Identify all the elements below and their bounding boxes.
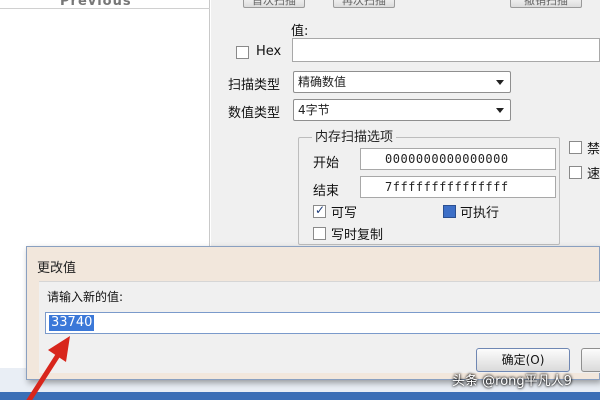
next-scan-button[interactable]: 再次扫描 bbox=[333, 0, 395, 8]
scan-type-label: 扫描类型 bbox=[228, 78, 281, 93]
results-panel[interactable]: Previous bbox=[0, 0, 210, 250]
scan-value-input[interactable] bbox=[292, 38, 600, 62]
executable-label: 可执行 bbox=[460, 206, 500, 221]
new-value-text: 33740 bbox=[49, 315, 95, 331]
scan-type-select[interactable]: 精确数值 bbox=[293, 71, 511, 93]
memory-scan-options-title: 内存扫描选项 bbox=[312, 126, 397, 145]
side-option-label-1: 禁 bbox=[587, 142, 600, 157]
header-divider bbox=[0, 8, 210, 9]
chevron-down-icon bbox=[496, 108, 504, 113]
arrow-shaft bbox=[26, 349, 63, 400]
value-type-value: 4字节 bbox=[298, 103, 330, 117]
writable-checkbox[interactable] bbox=[313, 203, 326, 218]
red-arrow-annotation bbox=[26, 336, 70, 400]
executable-checkbox[interactable] bbox=[443, 205, 456, 218]
hex-label: Hex bbox=[256, 44, 282, 59]
end-label: 结束 bbox=[313, 184, 340, 199]
dialog-title: 更改值 bbox=[37, 261, 77, 276]
dialog-body: 请输入新的值: 33740 确定(O) bbox=[39, 281, 600, 373]
start-address-input[interactable]: 0000000000000000 bbox=[360, 148, 556, 170]
cancel-button[interactable] bbox=[581, 348, 600, 372]
chevron-down-icon bbox=[496, 80, 504, 85]
new-value-input[interactable]: 33740 bbox=[45, 312, 600, 334]
start-label: 开始 bbox=[313, 156, 340, 171]
hex-checkbox[interactable] bbox=[236, 46, 249, 59]
new-value-prompt: 请输入新的值: bbox=[47, 290, 124, 304]
value-type-select[interactable]: 4字节 bbox=[293, 99, 511, 121]
value-type-label: 数值类型 bbox=[228, 106, 281, 121]
side-option-label-2: 速 bbox=[587, 167, 600, 182]
first-scan-button[interactable]: 首次扫描 bbox=[243, 0, 305, 8]
watermark: 头条 @rong平凡人9 bbox=[452, 374, 572, 389]
writable-label: 可写 bbox=[331, 206, 358, 221]
undo-scan-button[interactable]: 撤销扫描 bbox=[510, 0, 582, 8]
copy-on-write-checkbox[interactable] bbox=[313, 227, 326, 240]
change-value-dialog: 更改值 请输入新的值: 33740 确定(O) bbox=[26, 246, 600, 380]
taskbar bbox=[0, 392, 600, 400]
ok-button[interactable]: 确定(O) bbox=[476, 348, 570, 372]
value-label: 值: bbox=[291, 24, 309, 39]
copy-on-write-label: 写时复制 bbox=[331, 228, 384, 243]
side-option-checkbox-2[interactable] bbox=[569, 166, 582, 179]
scan-type-value: 精确数值 bbox=[298, 75, 347, 89]
end-address-input[interactable]: 7fffffffffffffff bbox=[360, 176, 556, 198]
side-option-checkbox-1[interactable] bbox=[569, 141, 582, 154]
